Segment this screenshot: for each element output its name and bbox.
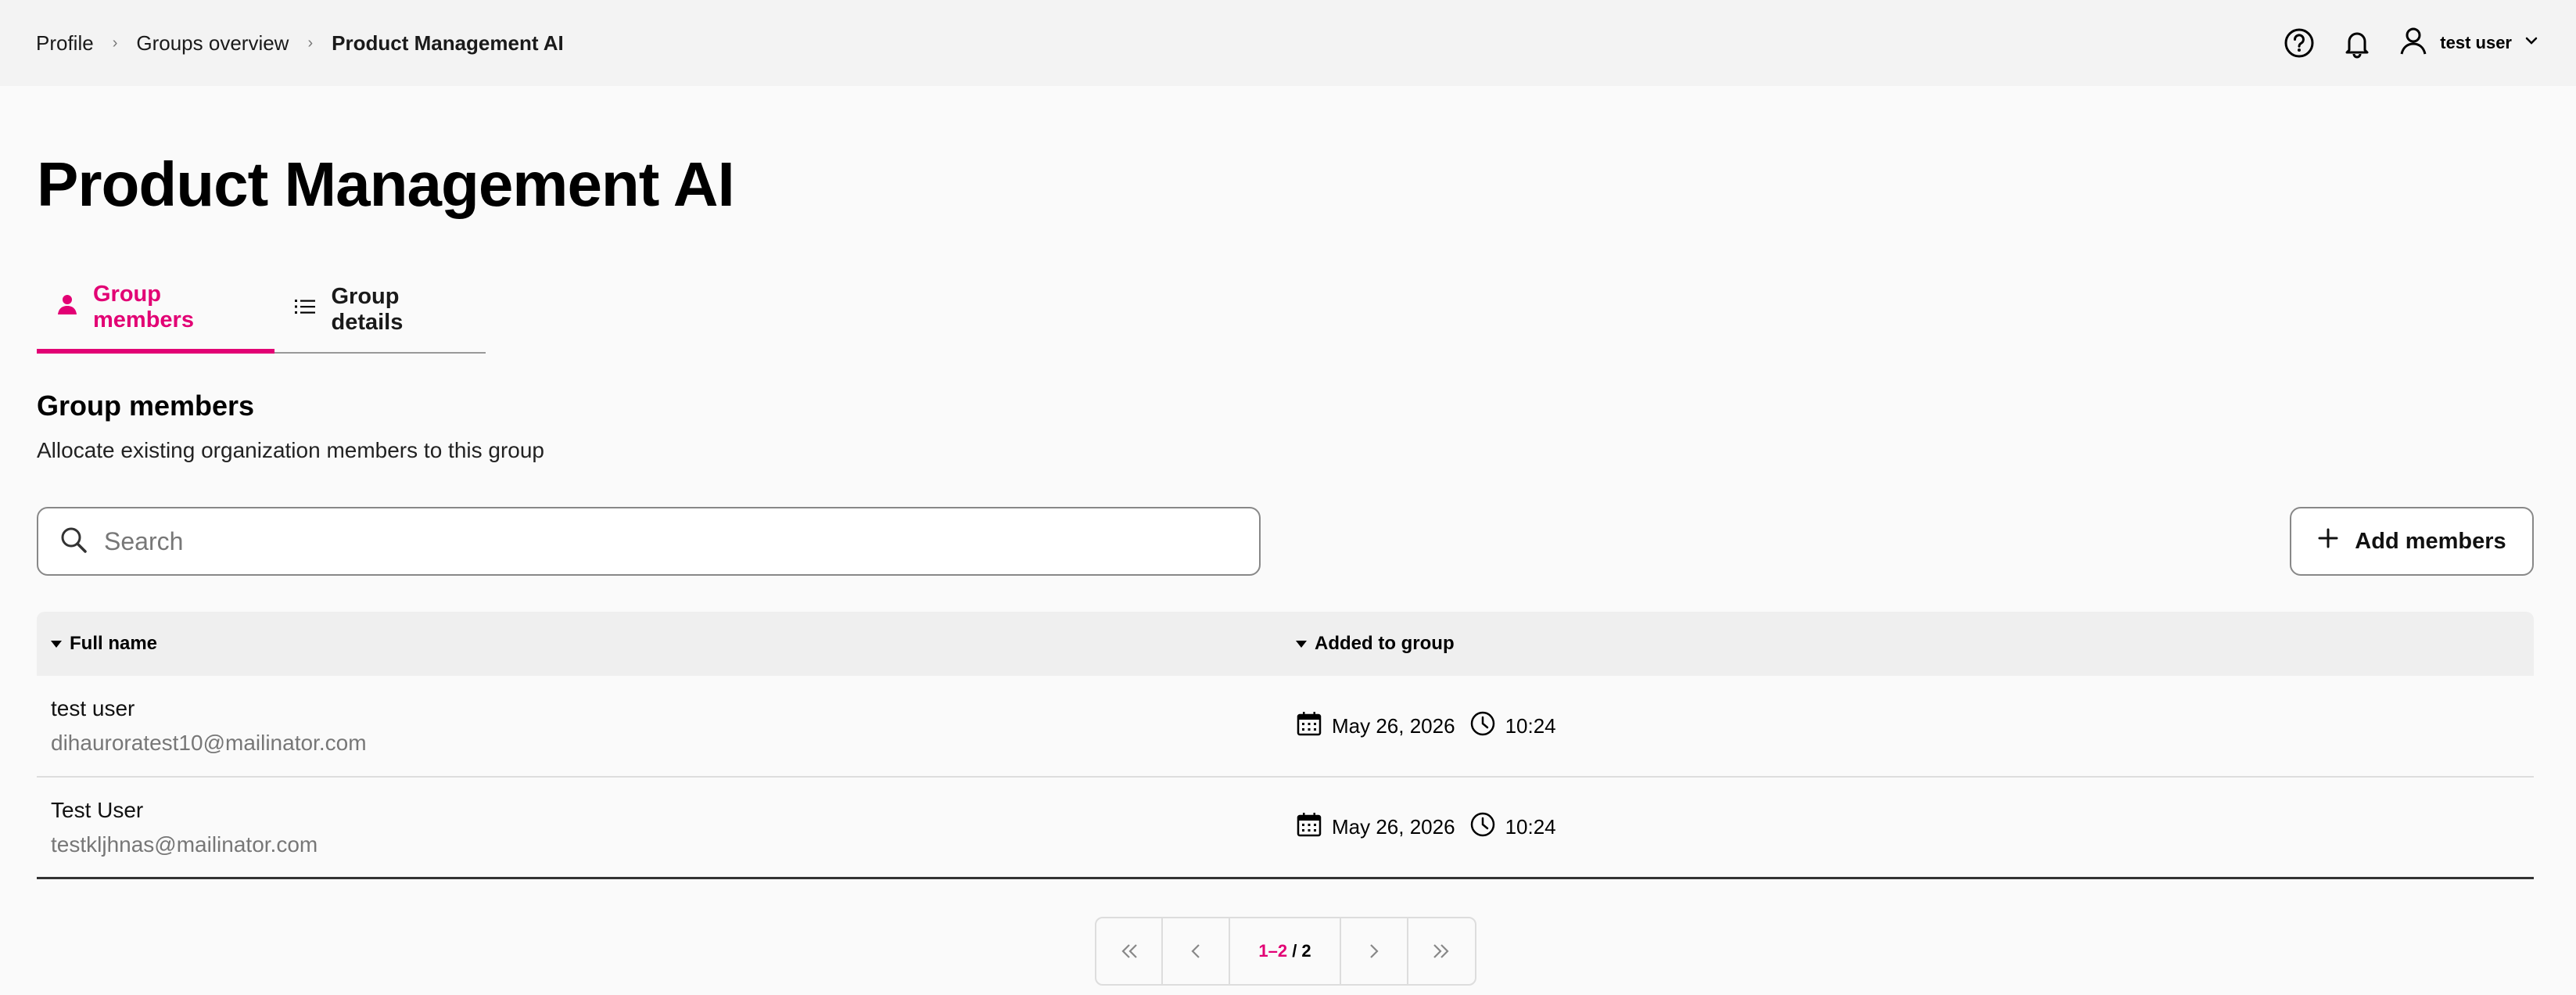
- section-title: Group members: [37, 390, 255, 422]
- bell-icon[interactable]: [2340, 26, 2374, 60]
- user-menu[interactable]: test user: [2398, 25, 2540, 61]
- member-name: Test User: [51, 797, 144, 822]
- plus-icon: [2317, 527, 2339, 555]
- last-page-button[interactable]: [1408, 918, 1475, 984]
- user-name: test user: [2440, 33, 2512, 52]
- column-header-full-name[interactable]: Full name: [37, 633, 1296, 655]
- first-page-button[interactable]: [1096, 918, 1164, 984]
- breadcrumb-profile[interactable]: Profile: [36, 31, 94, 56]
- added-date: May 26, 2026: [1332, 713, 1455, 738]
- prev-page-button[interactable]: [1163, 918, 1230, 984]
- table-header: Full name Added to group: [37, 612, 2534, 676]
- table-row[interactable]: test user dihauroratest10@mailinator.com…: [37, 676, 2534, 778]
- search-icon: [59, 525, 88, 559]
- top-actions: test user: [2282, 25, 2540, 61]
- page-indicator: 1–2 / 2: [1230, 918, 1342, 984]
- chevron-right-icon: [1370, 944, 1379, 958]
- pagination: 1–2 / 2: [1095, 917, 1476, 986]
- tab-label: Group members: [93, 282, 194, 332]
- person-icon: [56, 293, 79, 322]
- help-icon[interactable]: [2282, 26, 2316, 60]
- next-page-button[interactable]: [1341, 918, 1408, 984]
- members-table: Full name Added to group test user dihau…: [37, 612, 2534, 879]
- add-members-label: Add members: [2355, 528, 2506, 554]
- breadcrumb-groups-overview[interactable]: Groups overview: [136, 31, 289, 56]
- chevron-down-icon: [2523, 32, 2540, 54]
- breadcrumb-separator-icon: ›: [112, 34, 118, 52]
- sort-caret-icon: [51, 640, 62, 648]
- breadcrumb-current: Product Management AI: [332, 31, 564, 55]
- add-members-button[interactable]: Add members: [2290, 507, 2534, 576]
- column-header-added-to-group[interactable]: Added to group: [1296, 633, 2534, 655]
- tab-group-members[interactable]: Group members: [37, 266, 275, 354]
- tab-group-details[interactable]: Group details: [274, 266, 486, 354]
- member-email: dihauroratest10@mailinator.com: [51, 731, 367, 755]
- added-time: 10:24: [1505, 713, 1556, 738]
- member-name: test user: [51, 696, 135, 720]
- full-name-cell: test user dihauroratest10@mailinator.com: [37, 696, 1296, 756]
- tab-bar: Group members Group details: [37, 266, 486, 354]
- section-subtitle: Allocate existing organization members t…: [37, 438, 545, 462]
- calendar-icon: [1296, 710, 1322, 742]
- list-icon: [293, 295, 317, 325]
- double-chevron-right-icon: [1433, 944, 1449, 958]
- search-input[interactable]: [104, 526, 1239, 556]
- tab-label: Group details: [331, 284, 404, 335]
- chevron-left-icon: [1191, 944, 1200, 958]
- table-row[interactable]: Test User testkljhnas@mailinator.com May…: [37, 778, 2534, 879]
- added-to-group-cell: May 26, 2026 10:24: [1296, 710, 2534, 742]
- member-email: testkljhnas@mailinator.com: [51, 832, 318, 857]
- double-chevron-left-icon: [1121, 944, 1137, 958]
- clock-icon: [1469, 710, 1496, 742]
- breadcrumb-separator-icon: ›: [307, 34, 314, 52]
- user-icon: [2398, 25, 2429, 61]
- calendar-icon: [1296, 811, 1322, 843]
- page-range: 1–2: [1258, 941, 1288, 961]
- top-bar: Profile › Groups overview › Product Mana…: [0, 0, 2576, 86]
- column-label: Added to group: [1315, 633, 1455, 654]
- added-to-group-cell: May 26, 2026 10:24: [1296, 811, 2534, 843]
- page-total: / 2: [1292, 941, 1311, 961]
- sort-caret-icon: [1296, 640, 1307, 648]
- column-label: Full name: [70, 633, 158, 654]
- clock-icon: [1469, 811, 1496, 843]
- breadcrumb: Profile › Groups overview › Product Mana…: [36, 31, 564, 56]
- added-date: May 26, 2026: [1332, 815, 1455, 839]
- search-box: [37, 507, 1261, 576]
- page-title: Product Management AI: [37, 149, 735, 219]
- added-time: 10:24: [1505, 815, 1556, 839]
- full-name-cell: Test User testkljhnas@mailinator.com: [37, 798, 1296, 857]
